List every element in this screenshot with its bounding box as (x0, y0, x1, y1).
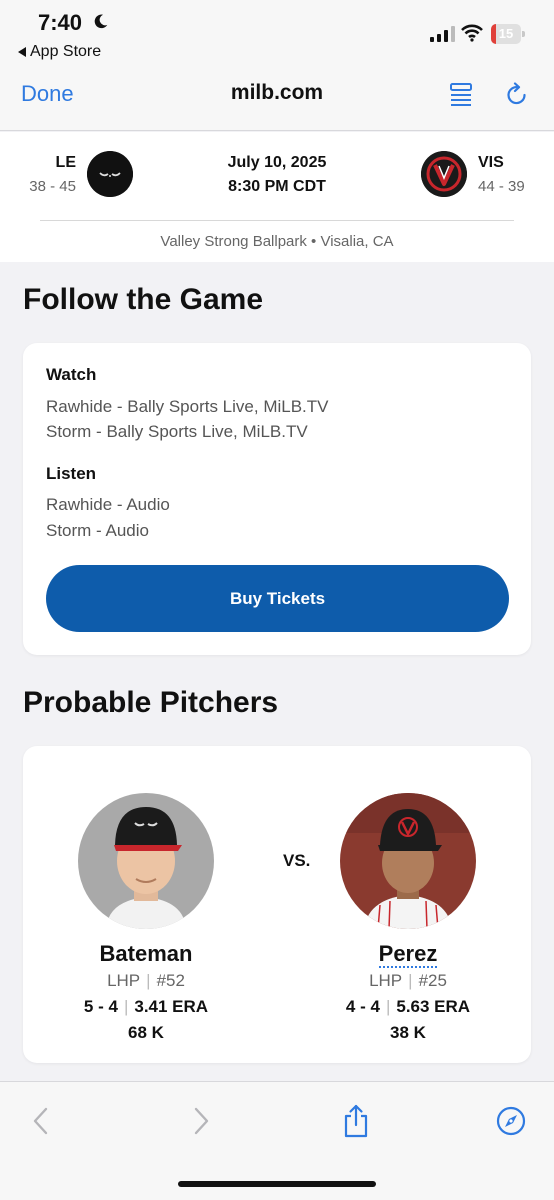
forward-arrow-icon[interactable] (186, 1104, 216, 1138)
home-pitcher-era: 5.63 ERA (396, 997, 471, 1016)
cellular-signal-icon (430, 26, 455, 42)
away-pitcher-era: 3.41 ERA (134, 997, 209, 1016)
away-pitcher-record: 5 - 4 (83, 997, 118, 1016)
browser-chrome: 7:40 App Store 15 Done milb.com (0, 0, 554, 131)
home-pitcher-hand: LHP (369, 971, 403, 990)
back-triangle-icon (18, 47, 26, 57)
game-matchup-header: LE 38 - 45 July 10, 2025 8:30 PM CDT VIS… (0, 132, 554, 262)
follow-game-title: Follow the Game (23, 283, 264, 316)
back-app-label: App Store (30, 43, 102, 60)
watch-option-storm[interactable]: Storm - Bally Sports Live, MiLB.TV (46, 422, 308, 442)
follow-game-card: Watch Rawhide - Bally Sports Live, MiLB.… (23, 343, 531, 655)
home-pitcher-number: #25 (418, 971, 447, 990)
home-team-logo-icon[interactable] (421, 151, 467, 197)
battery-level: 15 (498, 26, 514, 41)
home-pitcher-strikeouts: 38 K (390, 1023, 426, 1042)
game-date: July 10, 2025 (227, 154, 327, 171)
away-pitcher-photo[interactable] (78, 793, 214, 929)
back-to-app-store[interactable]: App Store (18, 43, 101, 61)
home-team-record: 44 - 39 (478, 178, 525, 195)
away-pitcher-name[interactable]: Bateman (56, 941, 236, 967)
status-time: 7:40 (38, 10, 83, 35)
listen-option-storm[interactable]: Storm - Audio (46, 521, 149, 541)
home-pitcher-stats: 4 - 4 | 5.63 ERA (345, 997, 471, 1016)
player-portrait-icon (340, 793, 476, 929)
watch-heading: Watch (46, 365, 97, 384)
away-pitcher-stats: 5 - 4 | 3.41 ERA (83, 997, 209, 1016)
away-pitcher-strikeouts: 68 K (128, 1023, 164, 1042)
home-indicator[interactable] (178, 1181, 376, 1187)
watch-option-rawhide[interactable]: Rawhide - Bally Sports Live, MiLB.TV (46, 397, 329, 417)
player-portrait-icon (78, 793, 214, 929)
moon-icon (94, 14, 108, 29)
share-icon[interactable] (341, 1104, 371, 1138)
header-divider (40, 220, 514, 221)
home-team-abbr: VIS (478, 154, 504, 171)
back-arrow-icon[interactable] (26, 1104, 56, 1138)
game-time: 8:30 PM CDT (228, 178, 326, 195)
away-pitcher-hand: LHP (107, 971, 141, 990)
safari-compass-icon[interactable] (496, 1104, 526, 1138)
probable-pitchers-card: Bateman LHP | #52 5 - 4 | 3.41 ERA 68 K VS. … (23, 746, 531, 1063)
listen-option-rawhide[interactable]: Rawhide - Audio (46, 495, 170, 515)
away-pitcher-number: #52 (156, 971, 185, 990)
home-pitcher-meta: LHP | #25 (369, 971, 447, 990)
buy-tickets-button[interactable]: Buy Tickets (46, 565, 509, 632)
probable-pitchers-title: Probable Pitchers (23, 686, 279, 719)
home-pitcher-record: 4 - 4 (345, 997, 380, 1016)
home-pitcher-name[interactable]: Perez (318, 941, 498, 968)
venue-label: Valley Strong Ballpark • Visalia, CA (160, 233, 394, 250)
versus-label: VS. (283, 851, 311, 870)
away-pitcher-meta: LHP | #52 (107, 971, 185, 990)
listen-heading: Listen (46, 464, 97, 483)
wifi-icon (461, 24, 483, 42)
battery-indicator: 15 (491, 24, 525, 44)
reload-icon[interactable] (505, 82, 529, 108)
reader-view-icon[interactable] (449, 82, 473, 108)
home-pitcher-photo[interactable] (340, 793, 476, 929)
